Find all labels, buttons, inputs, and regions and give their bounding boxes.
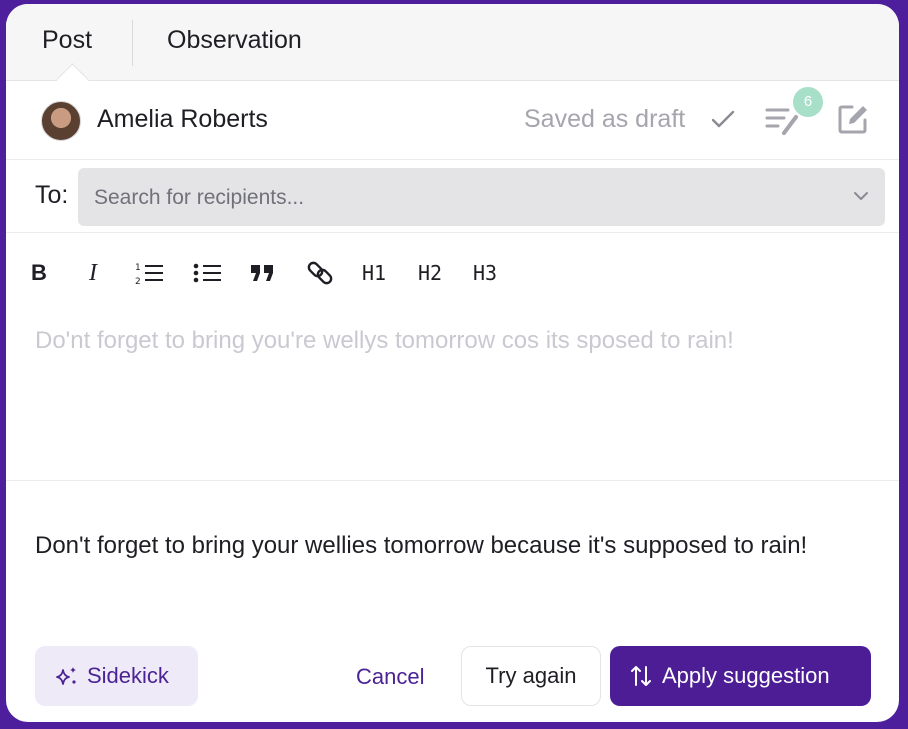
apply-suggestion-label: Apply suggestion bbox=[662, 663, 830, 688]
apply-suggestion-button[interactable]: Apply suggestion bbox=[610, 646, 871, 706]
recipient-search[interactable] bbox=[78, 168, 885, 228]
quote-icon bbox=[251, 265, 273, 281]
quote-button[interactable] bbox=[246, 256, 280, 290]
cancel-button[interactable]: Cancel bbox=[356, 664, 424, 690]
divider bbox=[6, 480, 899, 481]
suggestion-count-badge: 6 bbox=[793, 87, 823, 117]
bold-button[interactable]: B bbox=[22, 256, 56, 290]
recipient-row: To: bbox=[6, 160, 899, 233]
composer-panel: Post Observation Amelia Roberts Saved as… bbox=[6, 4, 899, 722]
bullet-list-icon bbox=[193, 263, 221, 283]
tab-bar: Post Observation bbox=[6, 4, 899, 81]
post-header: Amelia Roberts Saved as draft 6 bbox=[6, 81, 899, 160]
suggestion-text: Don't forget to bring your wellies tomor… bbox=[35, 532, 808, 559]
tab-post[interactable]: Post bbox=[42, 26, 92, 55]
heading1-label: H1 bbox=[361, 261, 387, 285]
message-editor[interactable]: Do'nt forget to bring you're wellys tomo… bbox=[35, 322, 835, 360]
heading1-button[interactable]: H1 bbox=[357, 256, 391, 290]
swap-icon bbox=[631, 666, 651, 686]
sidekick-label: Sidekick bbox=[87, 663, 169, 688]
tab-divider bbox=[132, 20, 133, 66]
author-name: Amelia Roberts bbox=[97, 105, 268, 133]
tab-observation[interactable]: Observation bbox=[167, 26, 302, 55]
recipient-search-input[interactable] bbox=[92, 168, 836, 228]
italic-icon: I bbox=[89, 259, 97, 286]
check-icon bbox=[711, 110, 735, 128]
bullet-list-button[interactable] bbox=[191, 256, 225, 290]
chevron-down-icon[interactable] bbox=[853, 190, 869, 202]
italic-button[interactable]: I bbox=[76, 256, 110, 290]
sidekick-button[interactable]: Sidekick bbox=[35, 646, 198, 706]
heading3-button[interactable]: H3 bbox=[468, 256, 502, 290]
ordered-list-button[interactable]: 1 2 bbox=[133, 256, 167, 290]
bold-icon: B bbox=[31, 260, 47, 285]
heading2-button[interactable]: H2 bbox=[413, 256, 447, 290]
link-button[interactable] bbox=[303, 256, 337, 290]
sparkle-icon bbox=[56, 667, 76, 685]
edit-icon[interactable] bbox=[836, 102, 870, 136]
to-label: To: bbox=[35, 181, 69, 209]
svg-text:1: 1 bbox=[135, 263, 141, 273]
link-icon bbox=[307, 261, 333, 285]
save-status: Saved as draft bbox=[524, 105, 686, 133]
avatar bbox=[41, 101, 81, 141]
heading3-label: H3 bbox=[472, 261, 498, 285]
svg-text:2: 2 bbox=[135, 277, 141, 286]
heading2-label: H2 bbox=[417, 261, 443, 285]
ordered-list-icon: 1 2 bbox=[135, 263, 163, 286]
try-again-button[interactable]: Try again bbox=[461, 646, 601, 706]
